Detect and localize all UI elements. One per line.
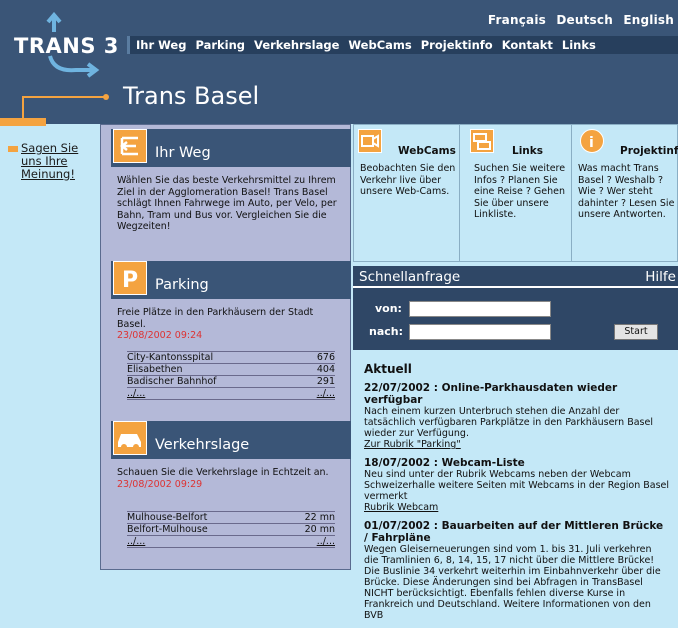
quick-query-panel: Schnellanfrage Hilfe von: nach: Start [353, 266, 678, 350]
row-name: Belfort-Mulhouse [127, 524, 208, 535]
nav-webcams[interactable]: WebCams [348, 38, 411, 52]
nav-kontakt[interactable]: Kontakt [502, 38, 553, 52]
news-item: 18/07/2002 : Webcam-Liste Neu sind unter… [364, 457, 669, 513]
webcams-title[interactable]: WebCams [398, 145, 456, 157]
parking-table: City-Kantonsspital 676 Elisabethen 404 Bad… [127, 351, 335, 400]
table-row: Mulhouse-Belfort 22 mn [127, 511, 335, 523]
parking-title[interactable]: Parking [155, 277, 209, 293]
decor-dot [103, 94, 109, 100]
quick-query-title: Schnellanfrage [359, 269, 461, 285]
von-label: von: [375, 302, 402, 315]
webcams-box[interactable]: WebCams Beobachten Sie den Verkehr live … [354, 125, 460, 261]
table-row: Badischer Bahnhof 291 [127, 375, 335, 387]
nav-links[interactable]: Links [562, 38, 596, 52]
table-row: City-Kantonsspital 676 [127, 351, 335, 363]
links-box[interactable]: Links Suchen Sie weitere Infos ? Planen … [460, 125, 572, 261]
start-button[interactable]: Start [614, 324, 658, 340]
parking-description: Freie Plätze in den Parkhäusern der Stad… [117, 307, 314, 330]
news-body: Nach einem kurzen Unterbruch stehen die … [364, 406, 653, 439]
webcam-icon [358, 129, 382, 153]
nach-input[interactable] [409, 324, 551, 340]
verkehrslage-table: Mulhouse-Belfort 22 mn Belfort-Mulhouse 20… [127, 511, 335, 548]
news-item: 01/07/2002 : Bauarbeiten auf der Mittler… [364, 520, 669, 621]
main-nav: Ihr Weg Parking Verkehrslage WebCams Pro… [127, 36, 678, 54]
feature-boxes: WebCams Beobachten Sie den Verkehr live … [353, 124, 678, 262]
news-item: 22/07/2002 : Online-Parkhausdaten wieder… [364, 382, 669, 450]
verkehrslage-title[interactable]: Verkehrslage [155, 437, 249, 453]
row-value: 22 mn [304, 512, 335, 523]
news-body: Neu sind unter der Rubrik Webcams neben … [364, 469, 670, 502]
news-section: Aktuell 22/07/2002 : Online-Parkhausdate… [364, 362, 669, 628]
table-row: Belfort-Mulhouse 20 mn [127, 523, 335, 535]
help-link[interactable]: Hilfe [645, 266, 676, 288]
verkehrslage-header[interactable]: Verkehrslage [111, 421, 351, 459]
news-title: 22/07/2002 : Online-Parkhausdaten wieder… [364, 382, 618, 406]
news-heading: Aktuell [364, 362, 412, 376]
more-link[interactable]: ../... [127, 536, 145, 547]
verkehrslage-description: Schauen Sie die Verkehrslage in Echtzeit… [117, 467, 329, 478]
parking-header[interactable]: P Parking [111, 261, 351, 299]
row-value: 20 mn [304, 524, 335, 535]
news-body: Wegen Gleiserneuerungen sind vom 1. bis … [364, 544, 661, 621]
lang-deutsch[interactable]: Deutsch [556, 13, 613, 27]
news-title: 18/07/2002 : Webcam-Liste [364, 457, 525, 469]
parking-timestamp: 23/08/2002 09:24 [117, 330, 203, 341]
page-title: Trans Basel [123, 82, 260, 110]
more-link[interactable]: ../... [317, 388, 335, 399]
language-switcher: Français Deutsch English [482, 13, 674, 27]
nav-ihr-weg[interactable]: Ihr Weg [136, 38, 186, 52]
more-link[interactable]: ../... [317, 536, 335, 547]
verkehrslage-timestamp: 23/08/2002 09:29 [117, 478, 203, 490]
decor-orange-bar [0, 118, 46, 126]
news-title: 01/07/2002 : Bauarbeiten auf der Mittler… [364, 520, 664, 544]
projektinfo-text: Was macht Trans Basel ? Weshalb ? Wie ? … [578, 163, 675, 220]
arrow-left-icon [113, 129, 147, 163]
feedback-link-block: Sagen Sie uns Ihre Meinung! [8, 142, 93, 181]
table-row: ../... ../... [127, 387, 335, 400]
info-icon: i [580, 129, 604, 153]
row-name: Mulhouse-Belfort [127, 512, 208, 523]
webcams-text: Beobachten Sie den Verkehr live über uns… [360, 163, 456, 197]
von-input[interactable] [409, 301, 551, 317]
ihr-weg-title[interactable]: Ihr Weg [155, 145, 211, 161]
logo-text[interactable]: TRANS 3 [14, 34, 119, 58]
header: Français Deutsch English TRANS 3 Ihr Weg… [0, 0, 678, 126]
left-column: Ihr Weg Wählen Sie das beste Verkehrsmit… [100, 124, 351, 570]
feedback-link[interactable]: Sagen Sie uns Ihre Meinung! [21, 142, 93, 181]
car-icon [113, 421, 147, 455]
news-link[interactable]: Rubrik Webcam [364, 502, 669, 513]
lang-english[interactable]: English [623, 13, 674, 27]
table-row: Elisabethen 404 [127, 363, 335, 375]
more-link[interactable]: ../... [127, 388, 145, 399]
lang-francais[interactable]: Français [488, 13, 546, 27]
parking-text: Freie Plätze in den Parkhäusern der Stad… [117, 307, 341, 342]
bullet-icon [8, 145, 18, 152]
svg-text:i: i [589, 135, 594, 151]
nav-parking[interactable]: Parking [195, 38, 245, 52]
row-name: City-Kantonsspital [127, 352, 214, 363]
ihr-weg-text: Wählen Sie das beste Verkehrsmittel zu I… [117, 175, 337, 232]
news-link[interactable]: Zur Rubrik "Parking" [364, 439, 669, 450]
svg-text:P: P [122, 268, 138, 293]
row-value: 291 [316, 376, 335, 387]
links-text: Suchen Sie weitere Infos ? Planen Sie ei… [474, 163, 566, 220]
verkehrslage-text: Schauen Sie die Verkehrslage in Echtzeit… [117, 467, 341, 490]
row-name: Badischer Bahnhof [127, 376, 217, 387]
parking-icon: P [113, 261, 147, 295]
row-value: 404 [316, 364, 335, 375]
ihr-weg-header[interactable]: Ihr Weg [111, 129, 351, 167]
quick-query-header: Schnellanfrage Hilfe [353, 266, 678, 288]
links-title[interactable]: Links [512, 145, 543, 157]
nav-projektinfo[interactable]: Projektinfo [421, 38, 493, 52]
links-icon [470, 129, 494, 153]
decor-line [22, 96, 104, 98]
nach-label: nach: [369, 325, 404, 338]
nav-verkehrslage[interactable]: Verkehrslage [254, 38, 339, 52]
table-row: ../... ../... [127, 535, 335, 548]
row-value: 676 [316, 352, 335, 363]
projektinfo-box[interactable]: i Projektinfo Was macht Trans Basel ? We… [572, 125, 678, 261]
row-name: Elisabethen [127, 364, 183, 375]
projektinfo-title[interactable]: Projektinfo [620, 145, 678, 157]
